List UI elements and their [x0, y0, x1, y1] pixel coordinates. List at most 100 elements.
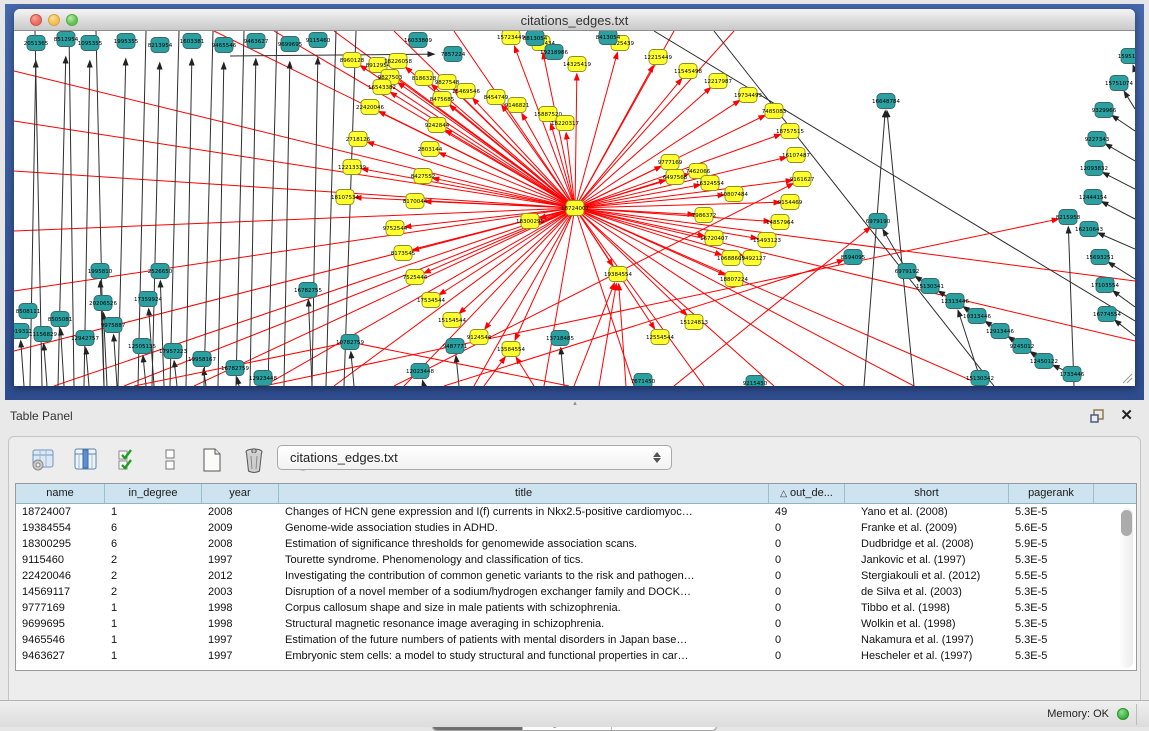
red-edge[interactable] [575, 180, 792, 208]
graph-node[interactable]: 1733446 [1060, 367, 1085, 382]
graph-node[interactable]: 15751074 [1105, 76, 1133, 91]
graph-node[interactable]: 18807224 [720, 272, 748, 287]
graph-node[interactable]: 8508111 [16, 304, 41, 319]
graph-node[interactable]: 1095355 [78, 36, 103, 51]
black-edge[interactable] [138, 31, 146, 386]
graph-node[interactable]: 7525444 [403, 270, 428, 285]
table-row[interactable]: 946554611997Estimation of the future num… [16, 632, 1136, 648]
graph-node[interactable]: 8413054 [596, 31, 621, 45]
table-row[interactable]: 911546021997Tourette syndrome. Phenomeno… [16, 552, 1136, 568]
red-edge[interactable] [575, 88, 711, 208]
black-edge[interactable] [152, 63, 160, 386]
graph-node[interactable]: 8960128 [340, 53, 365, 68]
black-edge[interactable] [1098, 233, 1135, 249]
graph-node[interactable]: 9487771 [443, 339, 468, 354]
graph-node[interactable]: 8505081 [48, 312, 73, 327]
black-edge[interactable] [170, 31, 179, 386]
column-header-pagerank[interactable]: pagerank [1009, 484, 1094, 503]
graph-node[interactable]: 6979190 [866, 214, 891, 229]
graph-node[interactable]: 2803144 [418, 142, 443, 157]
graph-node[interactable]: 1995355 [114, 34, 139, 49]
graph-node[interactable]: 9329966 [1092, 103, 1117, 118]
graph-node[interactable]: 9827548 [435, 75, 460, 90]
table-row[interactable]: 1938455462009Genome-wide association stu… [16, 520, 1136, 536]
table-mode-button[interactable] [29, 445, 59, 475]
graph-node[interactable]: 16774554 [1093, 307, 1121, 322]
table-row[interactable]: 946362711997Embryonic stem cells: a mode… [16, 648, 1136, 664]
column-header-short[interactable]: short [845, 484, 1009, 503]
deselect-all-button[interactable] [155, 445, 185, 475]
graph-node[interactable]: 9154469 [778, 195, 803, 210]
graph-node[interactable]: 9777169 [658, 155, 683, 170]
red-edge[interactable] [14, 208, 575, 231]
red-edge[interactable] [575, 208, 1135, 341]
table-row[interactable]: 2242004622012Investigating the contribut… [16, 568, 1136, 584]
black-edge[interactable] [351, 352, 354, 386]
black-edge[interactable] [1113, 291, 1135, 307]
black-edge[interactable] [143, 356, 146, 386]
black-edge[interactable] [250, 59, 256, 386]
red-edge[interactable] [575, 74, 577, 208]
graph-node[interactable]: 9227343 [1085, 132, 1110, 147]
graph-node[interactable]: 20206526 [89, 296, 117, 311]
graph-node[interactable]: 15124813 [680, 315, 708, 330]
graph-node[interactable]: 9699695 [278, 37, 303, 52]
black-edge[interactable] [423, 381, 424, 386]
graph-node[interactable]: 8813054 [523, 31, 548, 46]
black-edge[interactable] [86, 348, 89, 386]
graph-node[interactable]: 9146821 [505, 98, 530, 113]
select-all-button[interactable] [113, 445, 143, 475]
graph-node[interactable]: 7986372 [692, 208, 717, 223]
graph-node[interactable]: 8170044 [403, 194, 428, 209]
graph-node[interactable]: 19734493 [734, 88, 762, 103]
graph-node[interactable]: 7485083 [762, 104, 787, 119]
red-edge[interactable] [439, 153, 575, 208]
graph-node[interactable]: 11545498 [674, 64, 702, 79]
graph-node[interactable]: 2718126 [346, 132, 371, 147]
black-edge[interactable] [561, 348, 564, 386]
red-edge[interactable] [575, 66, 653, 208]
graph-node[interactable]: 9975887 [101, 318, 126, 333]
red-edge[interactable] [413, 208, 575, 250]
column-header-in_degree[interactable]: in_degree [105, 484, 202, 503]
graph-node[interactable]: 12023448 [406, 364, 434, 379]
red-edge[interactable] [334, 208, 575, 386]
black-edge[interactable] [1108, 262, 1135, 279]
graph-node[interactable]: 18757515 [776, 124, 804, 139]
graph-node[interactable]: 12450122 [1030, 354, 1058, 369]
graph-node[interactable]: 12913446 [986, 324, 1014, 339]
black-edge[interactable] [714, 31, 994, 386]
graph-node[interactable]: 10313446 [963, 309, 991, 324]
memory-ok-indicator[interactable] [1117, 708, 1129, 720]
red-edge[interactable] [14, 171, 575, 208]
black-edge[interactable] [236, 31, 244, 386]
red-edge[interactable] [444, 260, 843, 386]
red-edge[interactable] [484, 357, 505, 386]
delete-column-button[interactable] [239, 445, 269, 475]
graph-node[interactable]: 17359924 [134, 292, 162, 307]
graph-node[interactable]: 15693251 [1086, 250, 1114, 265]
graph-node[interactable]: 9161627 [790, 172, 815, 187]
graph-node[interactable]: 8173545 [391, 246, 416, 261]
graph-node[interactable]: 9465546 [212, 38, 237, 53]
graph-node[interactable]: 12923448 [249, 371, 277, 386]
close-panel-icon[interactable]: ✕ [1120, 406, 1133, 424]
column-header-year[interactable]: year [202, 484, 279, 503]
red-edge[interactable] [619, 284, 626, 386]
graph-node[interactable]: 11156829 [29, 327, 57, 342]
red-edge[interactable] [14, 208, 575, 351]
graph-node[interactable]: 10782759 [336, 335, 364, 350]
graph-node[interactable]: 8594095 [841, 250, 866, 265]
graph-node[interactable]: 8512954 [54, 32, 79, 47]
graph-node[interactable]: 1995810 [88, 264, 113, 279]
graph-node[interactable]: 15130341 [916, 279, 944, 294]
network-canvas[interactable]: 1872400789601288912954182260589827503165… [14, 31, 1135, 386]
graph-node[interactable]: 1595107 [1118, 49, 1135, 64]
graph-node[interactable]: 12215449 [644, 50, 672, 65]
black-edge[interactable] [61, 329, 64, 386]
graph-node[interactable]: 8215958 [1056, 210, 1081, 225]
split-handle[interactable]: ▴ [570, 401, 580, 407]
graph-node[interactable]: 9242844 [425, 118, 450, 133]
graph-node[interactable]: 6497568 [663, 170, 688, 185]
black-edge[interactable] [1124, 92, 1135, 109]
